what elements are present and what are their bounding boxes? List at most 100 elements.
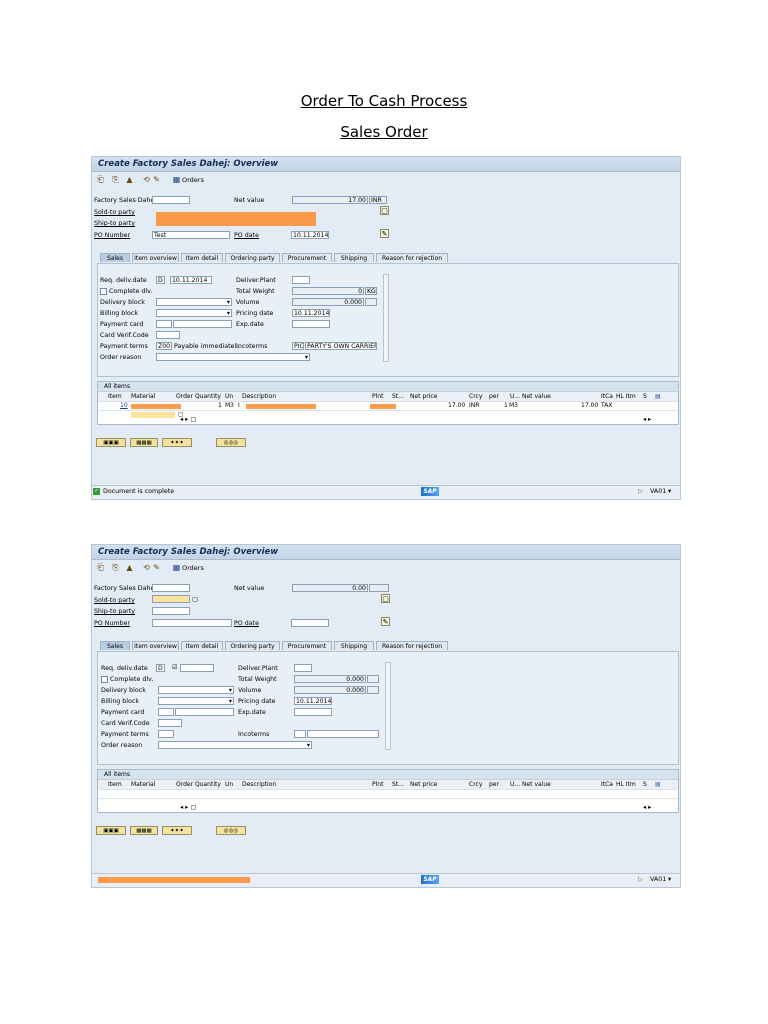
item-detail-icons[interactable]: ▣▣▣ bbox=[96, 826, 126, 835]
col-u[interactable]: U... bbox=[510, 392, 520, 401]
exp-date-field[interactable] bbox=[294, 708, 332, 716]
sold-to-detail-icon[interactable]: ▢ bbox=[380, 206, 389, 215]
po-number-field[interactable]: Test bbox=[152, 231, 230, 239]
header-output-icon[interactable]: ⎘ bbox=[111, 563, 120, 572]
po-date-field[interactable]: 10.11.2014 bbox=[291, 231, 329, 239]
table-row[interactable] bbox=[98, 789, 678, 798]
col-item[interactable]: Item bbox=[108, 780, 122, 789]
play-icon[interactable]: ▷ bbox=[638, 486, 643, 498]
tab-procurement[interactable]: Procurement bbox=[282, 253, 332, 262]
row-itca[interactable]: TAX bbox=[601, 402, 612, 410]
transaction-code[interactable]: VA01 bbox=[650, 874, 666, 886]
sold-to-party-field[interactable] bbox=[152, 595, 190, 603]
sales-document-icon[interactable]: ▲ bbox=[125, 175, 134, 184]
po-date-field[interactable] bbox=[291, 619, 329, 627]
item-select-icons[interactable]: ▦▦▦ bbox=[130, 826, 158, 835]
personal-settings-icon[interactable]: ✎ bbox=[152, 175, 161, 184]
po-attachment-icon[interactable]: ✎ bbox=[381, 617, 390, 626]
po-date-label[interactable]: PO date bbox=[234, 620, 259, 627]
item-config-icons[interactable]: ✦✦✦ bbox=[162, 826, 192, 835]
row-crcy[interactable]: INR bbox=[469, 402, 479, 410]
table-h-scroll[interactable]: ◂ ▸ ▢ bbox=[180, 416, 196, 423]
pricing-date-field[interactable]: 10.11.2014 bbox=[292, 309, 330, 317]
tab-sales[interactable]: Sales bbox=[100, 253, 130, 262]
item-pricing-icons[interactable]: ◎◎◎ bbox=[216, 438, 246, 447]
order-type-field[interactable] bbox=[152, 196, 190, 204]
po-number-label[interactable]: PO Number bbox=[94, 232, 130, 239]
order-reason-select[interactable]: ▾ bbox=[156, 353, 310, 361]
orders-button[interactable]: Orders bbox=[182, 176, 204, 184]
col-description[interactable]: Description bbox=[242, 780, 276, 789]
sold-to-party-label[interactable]: Sold-to party bbox=[94, 209, 135, 216]
row-item[interactable]: 10 bbox=[120, 402, 128, 410]
tab-reason-for-rejection[interactable]: Reason for rejection bbox=[376, 253, 448, 262]
table-settings-icon[interactable]: ▤ bbox=[655, 780, 661, 789]
ship-to-party-label[interactable]: Ship-to party bbox=[94, 608, 135, 615]
deliver-plant-field[interactable] bbox=[292, 276, 310, 284]
ship-to-party-field[interactable] bbox=[152, 607, 190, 615]
material-input-highlight[interactable] bbox=[131, 412, 175, 418]
card-verif-field[interactable] bbox=[158, 719, 182, 727]
col-hl-itm[interactable]: HL Itm bbox=[616, 392, 636, 401]
panel-scrollbar[interactable] bbox=[385, 662, 391, 750]
sold-to-search-help-icon[interactable]: ▢ bbox=[192, 596, 198, 603]
complete-dlv-checkbox[interactable] bbox=[101, 676, 108, 683]
tab-ordering-party[interactable]: Ordering party bbox=[225, 641, 280, 650]
col-net-price[interactable]: Net price bbox=[410, 392, 437, 401]
tab-sales[interactable]: Sales bbox=[100, 641, 130, 650]
play-icon[interactable]: ▷ bbox=[638, 874, 643, 886]
tab-shipping[interactable]: Shipping bbox=[334, 253, 374, 262]
col-order-quantity[interactable]: Order Quantity bbox=[176, 780, 221, 789]
orders-grid-icon[interactable]: ▦ bbox=[172, 175, 181, 184]
payment-terms-code-field[interactable]: Z001 bbox=[156, 342, 172, 350]
po-attachment-icon[interactable]: ✎ bbox=[380, 229, 389, 238]
col-crcy[interactable]: Crcy bbox=[469, 780, 482, 789]
po-date-label[interactable]: PO date bbox=[234, 232, 259, 239]
calendar-icon[interactable]: ☑ bbox=[172, 664, 178, 671]
col-u[interactable]: U... bbox=[510, 780, 520, 789]
display-doc-flow-icon[interactable]: ⎗ bbox=[96, 175, 105, 184]
payment-card-field[interactable] bbox=[175, 708, 234, 716]
col-net-price[interactable]: Net price bbox=[410, 780, 437, 789]
req-deliv-unit-field[interactable]: D bbox=[156, 664, 165, 672]
payment-terms-code-field[interactable] bbox=[158, 730, 174, 738]
req-deliv-unit-field[interactable]: D bbox=[156, 276, 165, 284]
incoterms-text-field[interactable] bbox=[307, 730, 379, 738]
col-un[interactable]: Un bbox=[225, 780, 233, 789]
item-select-icons[interactable]: ▦▦▦ bbox=[130, 438, 158, 447]
col-itca[interactable]: ItCa bbox=[601, 392, 613, 401]
row-un[interactable]: M3 bbox=[225, 402, 234, 410]
col-crcy[interactable]: Crcy bbox=[469, 392, 482, 401]
item-pricing-icons[interactable]: ◎◎◎ bbox=[216, 826, 246, 835]
col-net-value[interactable]: Net value bbox=[522, 780, 551, 789]
col-per[interactable]: per bbox=[489, 392, 499, 401]
table-row[interactable]: 10 1 M3 I 17.00 INR 1 M3 17.00 TAX bbox=[98, 401, 678, 410]
tab-reason-for-rejection[interactable]: Reason for rejection bbox=[376, 641, 448, 650]
header-output-icon[interactable]: ⎘ bbox=[111, 175, 120, 184]
order-type-field[interactable] bbox=[152, 584, 190, 592]
col-description[interactable]: Description bbox=[242, 392, 276, 401]
row-qty[interactable]: 1 bbox=[218, 402, 222, 410]
complete-dlv-checkbox[interactable] bbox=[100, 288, 107, 295]
col-st[interactable]: St... bbox=[392, 780, 404, 789]
col-s[interactable]: S bbox=[643, 780, 647, 789]
overview-icon[interactable]: ⟲ bbox=[142, 175, 151, 184]
incoterms-text-field[interactable]: PARTY'S OWN CARRIER bbox=[305, 342, 377, 350]
row-per[interactable]: 1 bbox=[504, 402, 508, 410]
incoterms-code-field[interactable] bbox=[294, 730, 306, 738]
col-order-quantity[interactable]: Order Quantity bbox=[176, 392, 221, 401]
billing-block-select[interactable]: ▾ bbox=[158, 697, 234, 705]
item-config-icons[interactable]: ✦✦✦ bbox=[162, 438, 192, 447]
chevron-down-icon[interactable]: ▾ bbox=[668, 486, 671, 498]
col-un[interactable]: Un bbox=[225, 392, 233, 401]
display-doc-flow-icon[interactable]: ⎗ bbox=[96, 563, 105, 572]
tab-item-detail[interactable]: Item detail bbox=[181, 253, 223, 262]
col-hl-itm[interactable]: HL Itm bbox=[616, 780, 636, 789]
table-page-arrows[interactable]: ◂ ▸ bbox=[643, 416, 651, 423]
tab-item-overview[interactable]: Item overview bbox=[132, 253, 179, 262]
col-itca[interactable]: ItCa bbox=[601, 780, 613, 789]
payment-card-field[interactable] bbox=[173, 320, 232, 328]
tab-procurement[interactable]: Procurement bbox=[282, 641, 332, 650]
orders-grid-icon[interactable]: ▦ bbox=[172, 563, 181, 572]
pricing-date-field[interactable]: 10.11.2014 bbox=[294, 697, 332, 705]
